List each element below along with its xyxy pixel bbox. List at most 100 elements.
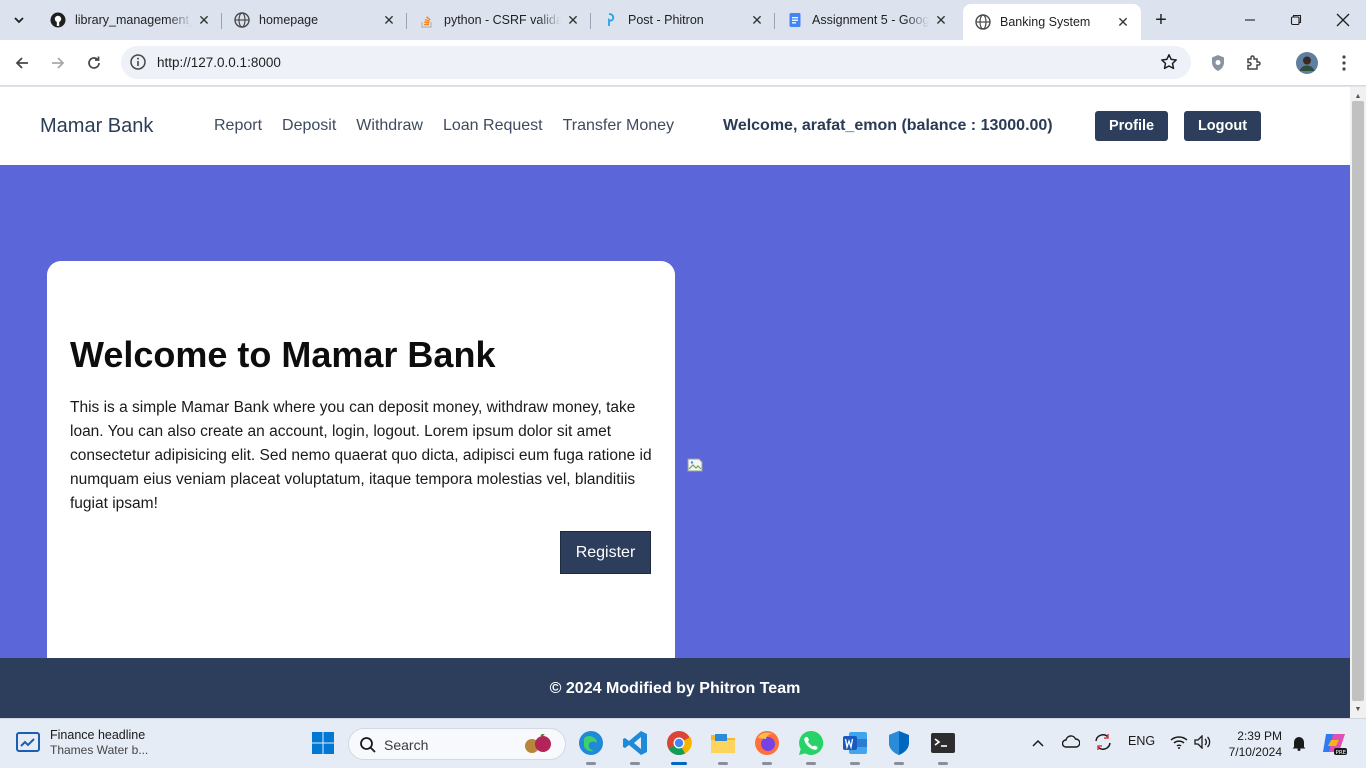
tab-banking-system[interactable]: Banking System ✕ — [963, 4, 1141, 40]
language-indicator[interactable]: ENG — [1128, 734, 1155, 748]
site-brand[interactable]: Mamar Bank — [40, 115, 153, 138]
arrow-right-icon — [52, 57, 65, 69]
onedrive-cloud-icon[interactable] — [1062, 735, 1080, 749]
taskbar-vscode[interactable] — [621, 729, 649, 765]
close-tab-icon[interactable]: ✕ — [381, 12, 397, 28]
tab-stackoverflow[interactable]: python - CSRF validat ✕ — [407, 6, 591, 34]
chevron-up-icon[interactable] — [1032, 738, 1044, 748]
site-info-icon[interactable] — [129, 53, 147, 71]
profile-avatar[interactable] — [1293, 49, 1321, 77]
minimize-button[interactable] — [1227, 0, 1273, 40]
news-subtitle: Thames Water b... — [50, 743, 149, 757]
clock-date: 7/10/2024 — [1228, 745, 1282, 759]
terminal-icon — [931, 733, 955, 753]
restore-button[interactable] — [1273, 0, 1319, 40]
stock-chart-icon — [16, 732, 40, 752]
globe-icon — [975, 14, 991, 30]
page-scrollbar[interactable]: ▲ ▼ — [1350, 87, 1366, 718]
defender-shield-icon — [889, 731, 909, 755]
google-docs-icon — [787, 12, 803, 28]
profile-button[interactable]: Profile — [1095, 111, 1168, 141]
volume-icon[interactable] — [1194, 735, 1212, 749]
hero-description: This is a simple Mamar Bank where you ca… — [70, 399, 652, 512]
taskbar-chrome[interactable] — [665, 729, 693, 765]
browser-tab-strip: library_management_ ✕ homepage ✕ python … — [0, 0, 1366, 40]
taskbar-windows-security[interactable] — [885, 729, 913, 765]
news-headline: Finance headline — [50, 728, 146, 742]
taskbar-terminal[interactable] — [929, 729, 957, 765]
folder-icon — [711, 734, 735, 753]
tab-phitron-post[interactable]: Post - Phitron ✕ — [591, 6, 775, 34]
arrow-left-icon — [15, 57, 28, 69]
close-window-button[interactable] — [1320, 0, 1366, 40]
taskbar-search[interactable]: Search — [348, 728, 566, 760]
taskbar-file-explorer[interactable] — [709, 729, 737, 765]
shield-icon — [1212, 55, 1224, 71]
nav-report-link[interactable]: Report — [214, 117, 262, 135]
nav-withdraw-link[interactable]: Withdraw — [356, 117, 423, 135]
stackoverflow-icon — [419, 12, 435, 28]
vscode-icon — [623, 731, 647, 755]
github-icon — [50, 12, 66, 28]
search-label: Search — [384, 737, 429, 753]
minimize-icon — [1245, 19, 1255, 21]
news-widget[interactable]: Finance headline Thames Water b... — [16, 728, 148, 757]
wifi-icon[interactable] — [1170, 735, 1188, 749]
tab-homepage[interactable]: homepage ✕ — [222, 6, 407, 34]
nav-loan-request-link[interactable]: Loan Request — [443, 117, 543, 135]
sync-icon[interactable] — [1093, 733, 1113, 751]
avatar-icon — [1296, 52, 1318, 74]
notification-bell-icon[interactable] — [1291, 735, 1307, 751]
close-tab-icon[interactable]: ✕ — [749, 12, 765, 28]
close-tab-icon[interactable]: ✕ — [933, 12, 949, 28]
nav-deposit-link[interactable]: Deposit — [282, 117, 336, 135]
scroll-down-arrow-icon[interactable]: ▼ — [1350, 702, 1366, 716]
taskbar-word[interactable] — [841, 729, 869, 765]
welcome-balance-text: Welcome, arafat_emon (balance : 13000.00… — [723, 117, 1053, 134]
browser-menu-button[interactable] — [1330, 49, 1358, 77]
taskbar-whatsapp[interactable] — [797, 729, 825, 765]
nav-transfer-money-link[interactable]: Transfer Money — [563, 117, 674, 135]
address-bar[interactable]: http://127.0.0.1:8000 — [121, 46, 1191, 79]
tab-title: Banking System — [1000, 15, 1091, 29]
copilot-icon[interactable]: PRE — [1321, 730, 1347, 756]
tab-title: library_management_ — [75, 13, 192, 27]
tab-library-management[interactable]: library_management_ ✕ — [38, 6, 222, 34]
search-highlight-icon — [525, 734, 551, 753]
tab-google-docs[interactable]: Assignment 5 - Goog ✕ — [775, 6, 959, 34]
globe-icon — [234, 12, 250, 28]
tab-title: Post - Phitron — [628, 13, 704, 27]
tab-title: Assignment 5 - Goog — [812, 13, 929, 27]
close-tab-icon[interactable]: ✕ — [1115, 14, 1131, 30]
whatsapp-icon — [799, 730, 824, 755]
chevron-down-icon — [14, 17, 24, 24]
page-viewport: Mamar Bank Report Deposit Withdraw Loan … — [0, 87, 1350, 718]
vpn-extension-button[interactable] — [1204, 49, 1232, 77]
scrollbar-thumb[interactable] — [1352, 101, 1364, 701]
register-button[interactable]: Register — [560, 531, 651, 574]
taskbar-edge[interactable] — [577, 729, 605, 765]
puzzle-icon — [1247, 55, 1261, 70]
close-tab-icon[interactable]: ✕ — [196, 12, 212, 28]
extensions-button[interactable] — [1240, 49, 1268, 77]
edge-icon — [579, 731, 603, 755]
restore-icon — [1290, 14, 1302, 26]
forward-button[interactable] — [44, 49, 72, 77]
svg-text:PRE: PRE — [1336, 750, 1347, 756]
logout-button[interactable]: Logout — [1184, 111, 1261, 141]
reload-button[interactable] — [80, 49, 108, 77]
tab-search-button[interactable] — [6, 7, 32, 33]
reload-icon — [88, 56, 100, 69]
broken-image-icon — [687, 458, 703, 472]
firefox-icon — [755, 731, 779, 755]
url-text[interactable]: http://127.0.0.1:8000 — [157, 55, 281, 70]
bookmark-star-icon[interactable] — [1159, 52, 1179, 72]
start-button[interactable] — [309, 729, 337, 757]
footer-text: © 2024 Modified by Phitron Team — [549, 680, 801, 697]
system-clock[interactable]: 2:39 PM 7/10/2024 — [1224, 728, 1282, 760]
word-icon — [843, 732, 867, 754]
taskbar-firefox[interactable] — [753, 729, 781, 765]
back-button[interactable] — [8, 49, 36, 77]
new-tab-button[interactable]: + — [1149, 8, 1173, 32]
close-tab-icon[interactable]: ✕ — [565, 12, 581, 28]
